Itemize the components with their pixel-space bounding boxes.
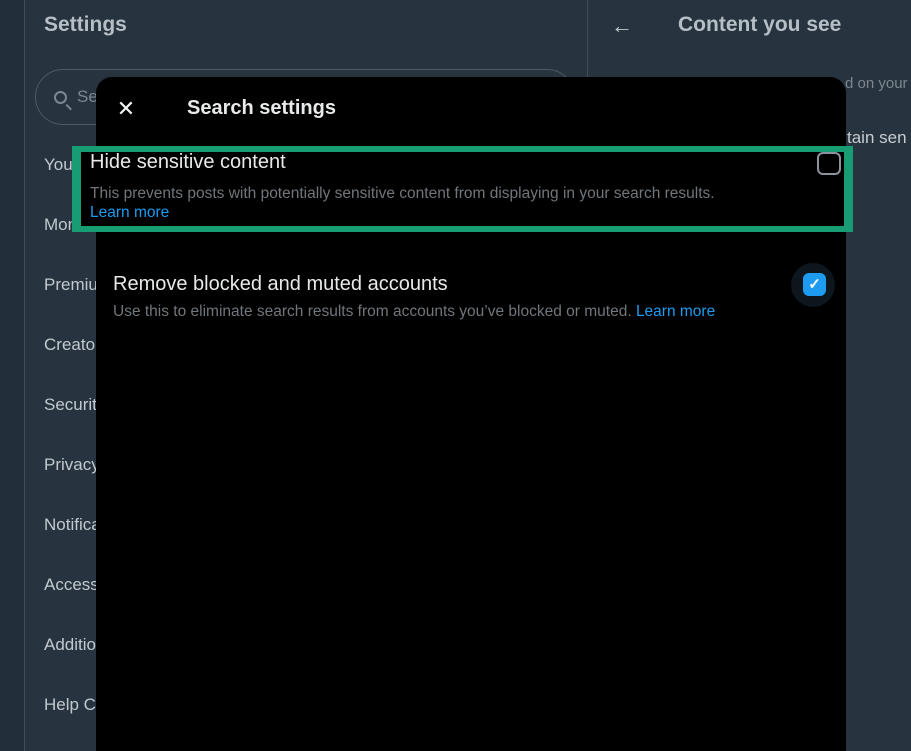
remove-blocked-muted-checkbox[interactable]: ✓ xyxy=(803,273,826,296)
search-icon xyxy=(54,91,67,104)
page-title: Settings xyxy=(44,13,127,37)
remove-blocked-muted-description-text: Use this to eliminate search results fro… xyxy=(113,303,632,320)
remove-blocked-muted-description: Use this to eliminate search results fro… xyxy=(113,303,715,321)
background-text-fragment-top: d on your xyxy=(845,75,908,92)
close-icon[interactable]: ✕ xyxy=(112,95,140,123)
learn-more-link-hide-sensitive[interactable]: Learn more xyxy=(90,204,169,221)
hide-sensitive-checkbox[interactable] xyxy=(817,152,841,175)
left-nav-strip xyxy=(0,0,25,751)
content-you-see-title: Content you see xyxy=(678,13,841,37)
modal-title: Search settings xyxy=(187,97,336,120)
background-text-fragment-bottom: tain sen xyxy=(847,128,907,148)
remove-blocked-muted-title: Remove blocked and muted accounts xyxy=(113,273,448,296)
hide-sensitive-title: Hide sensitive content xyxy=(90,151,286,174)
back-icon[interactable]: ← xyxy=(611,13,633,39)
screen: Settings Search Settings Your account Mo… xyxy=(0,0,911,751)
hide-sensitive-description: This prevents posts with potentially sen… xyxy=(90,185,715,203)
learn-more-link-blocked-muted[interactable]: Learn more xyxy=(636,303,715,320)
highlight-annotation-hide-sensitive: Hide sensitive content This prevents pos… xyxy=(72,146,853,232)
